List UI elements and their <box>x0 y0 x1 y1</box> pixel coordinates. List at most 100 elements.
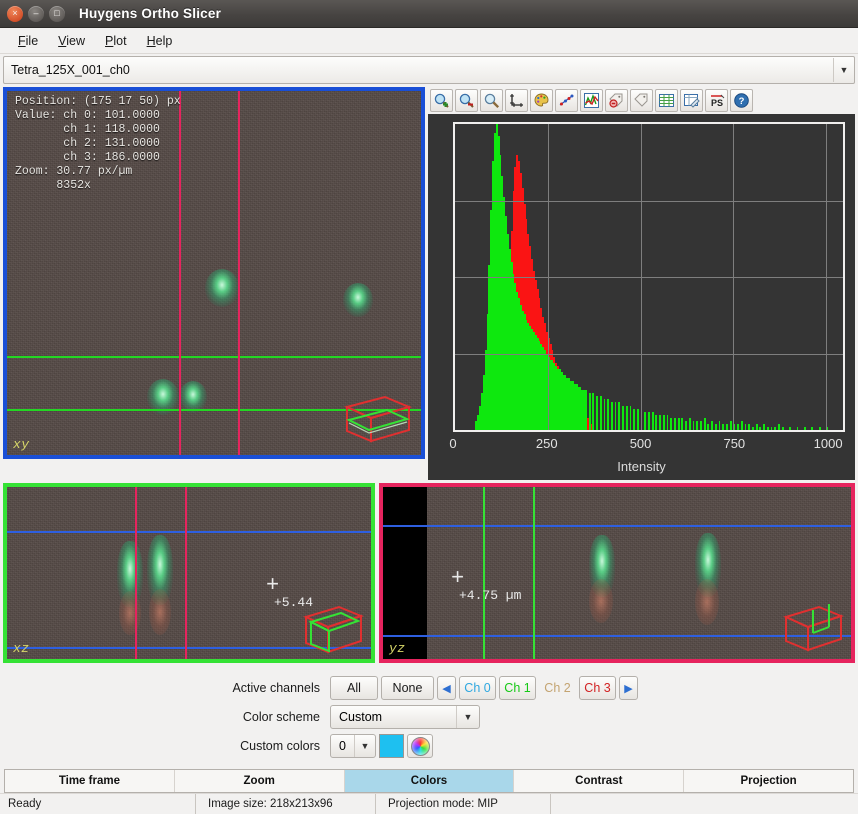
channel-button-ch1[interactable]: Ch 1 <box>499 676 536 700</box>
chevron-down-icon[interactable]: ▼ <box>833 58 854 82</box>
histogram-bar <box>782 427 784 430</box>
chevron-down-icon[interactable]: ▼ <box>456 706 479 728</box>
histogram-bar <box>771 427 773 430</box>
status-ready: Ready <box>0 794 196 814</box>
histogram-bar <box>693 421 695 430</box>
color-scheme-combobox[interactable]: Custom ▼ <box>330 705 480 729</box>
chevron-down-icon[interactable]: ▼ <box>354 735 375 757</box>
status-image-size: Image size: 218x213x96 <box>196 794 376 814</box>
yz-crosshair-v2[interactable] <box>533 487 535 659</box>
xy-crosshair-h2[interactable] <box>7 409 421 411</box>
tab-colors[interactable]: Colors <box>345 770 515 792</box>
histogram-bar <box>730 421 732 430</box>
custom-color-index-combobox[interactable]: 0 ▼ <box>330 734 376 758</box>
minimize-icon: – <box>33 9 38 18</box>
yz-crosshair-h[interactable] <box>383 525 851 527</box>
menu-plot[interactable]: Plot <box>95 32 137 50</box>
histogram-bar <box>607 399 609 430</box>
histogram-plot[interactable]: Frequency 02505007501000 Intensity <box>428 114 855 480</box>
histogram-bar <box>819 427 821 430</box>
xz-measure: +5.44 <box>274 595 313 610</box>
histogram-panel: PS ? Frequency 02505007501000 Intensity <box>428 87 855 480</box>
custom-color-index-value: 0 <box>331 739 354 753</box>
channels-all-button[interactable]: All <box>330 676 378 700</box>
channels-none-button[interactable]: None <box>381 676 434 700</box>
channel-button-ch3[interactable]: Ch 3 <box>579 676 616 700</box>
histogram-bar <box>592 393 594 430</box>
histogram-bar <box>711 421 713 430</box>
histogram-bar <box>756 424 758 430</box>
minimize-button[interactable]: – <box>28 6 44 22</box>
histogram-bar <box>589 393 591 430</box>
tag-icon[interactable] <box>630 89 653 112</box>
zoom-in-icon[interactable] <box>430 89 453 112</box>
bottom-tab-bar: Time frameZoomColorsContrastProjection <box>4 769 854 793</box>
tab-contrast[interactable]: Contrast <box>514 770 684 792</box>
tag-remove-icon[interactable] <box>605 89 628 112</box>
color-wheel-icon <box>411 737 430 756</box>
middle-row: + +5.44 xz <box>0 480 858 669</box>
menu-help[interactable]: Help <box>137 32 183 50</box>
title-bar: × – □ Huygens Ortho Slicer <box>0 0 858 28</box>
histogram-bar <box>670 418 672 430</box>
zoom-icon[interactable] <box>480 89 503 112</box>
postscript-icon[interactable]: PS <box>705 89 728 112</box>
zoom-out-icon[interactable] <box>455 89 478 112</box>
channel-button-ch0[interactable]: Ch 0 <box>459 676 496 700</box>
channel-prev-button[interactable]: ◀ <box>437 676 456 700</box>
bead-red-tail <box>695 579 719 625</box>
maximize-button[interactable]: □ <box>49 6 65 22</box>
channel-button-ch2[interactable]: Ch 2 <box>539 676 576 700</box>
channel-next-button[interactable]: ▶ <box>619 676 638 700</box>
help-icon[interactable]: ? <box>730 89 753 112</box>
color-scheme-value: Custom <box>331 710 456 724</box>
tab-time-frame[interactable]: Time frame <box>5 770 175 792</box>
histogram-bar <box>745 424 747 430</box>
histogram-bar <box>763 424 765 430</box>
custom-color-swatch[interactable] <box>379 734 404 758</box>
bead-red-tail <box>589 579 613 623</box>
table-edit-icon[interactable] <box>680 89 703 112</box>
menu-view[interactable]: View <box>48 32 95 50</box>
dataset-combobox[interactable]: Tetra_125X_001_ch0 ▼ <box>3 56 855 84</box>
histogram-bar <box>704 418 706 430</box>
menu-file[interactable]: File <box>8 32 48 50</box>
xy-slice-view[interactable]: Position: (175 17 50) px Value: ch 0: 10… <box>3 87 425 459</box>
histogram-bar <box>804 427 806 430</box>
color-picker-button[interactable] <box>407 734 433 758</box>
xz-crosshair-v2[interactable] <box>185 487 187 659</box>
xy-crosshair-v2[interactable] <box>238 91 240 455</box>
histogram-bar <box>797 427 799 430</box>
histogram-xlabel: Intensity <box>428 459 855 474</box>
xz-crosshair-h[interactable] <box>7 531 371 533</box>
xz-image-data <box>7 487 371 659</box>
active-channels-label: Active channels <box>0 681 330 695</box>
histogram-bar <box>611 402 613 430</box>
xz-crosshair-h2[interactable] <box>7 647 371 649</box>
table-icon[interactable] <box>655 89 678 112</box>
histogram-bar <box>604 399 606 430</box>
scatter-plot-icon[interactable] <box>555 89 578 112</box>
xy-view-label: xy <box>13 437 30 452</box>
xtick-label: 500 <box>630 436 652 451</box>
histogram-xticks: 02505007501000 <box>453 436 845 454</box>
xy-crosshair-h[interactable] <box>7 356 421 358</box>
histogram-bar <box>615 402 617 430</box>
tab-projection[interactable]: Projection <box>684 770 853 792</box>
custom-colors-label: Custom colors <box>0 739 330 753</box>
histogram-bar <box>596 396 598 430</box>
top-row: Position: (175 17 50) px Value: ch 0: 10… <box>0 87 858 480</box>
active-channels-controls: All None ◀ Ch 0 Ch 1 Ch 2 Ch 3 ▶ <box>330 676 638 700</box>
tab-zoom[interactable]: Zoom <box>175 770 345 792</box>
axes-icon[interactable] <box>505 89 528 112</box>
close-button[interactable]: × <box>7 6 23 22</box>
xz-slice-view[interactable]: + +5.44 xz <box>3 483 375 663</box>
xz-crosshair-v[interactable] <box>135 487 137 659</box>
line-plot-icon[interactable] <box>580 89 603 112</box>
yz-slice-view[interactable]: + +4.75 µm yz <box>379 483 855 663</box>
maximize-icon: □ <box>54 9 59 18</box>
yz-crosshair-h2[interactable] <box>383 635 851 637</box>
palette-icon[interactable] <box>530 89 553 112</box>
histogram-bar <box>715 424 717 430</box>
bead-red-tail <box>119 591 141 635</box>
